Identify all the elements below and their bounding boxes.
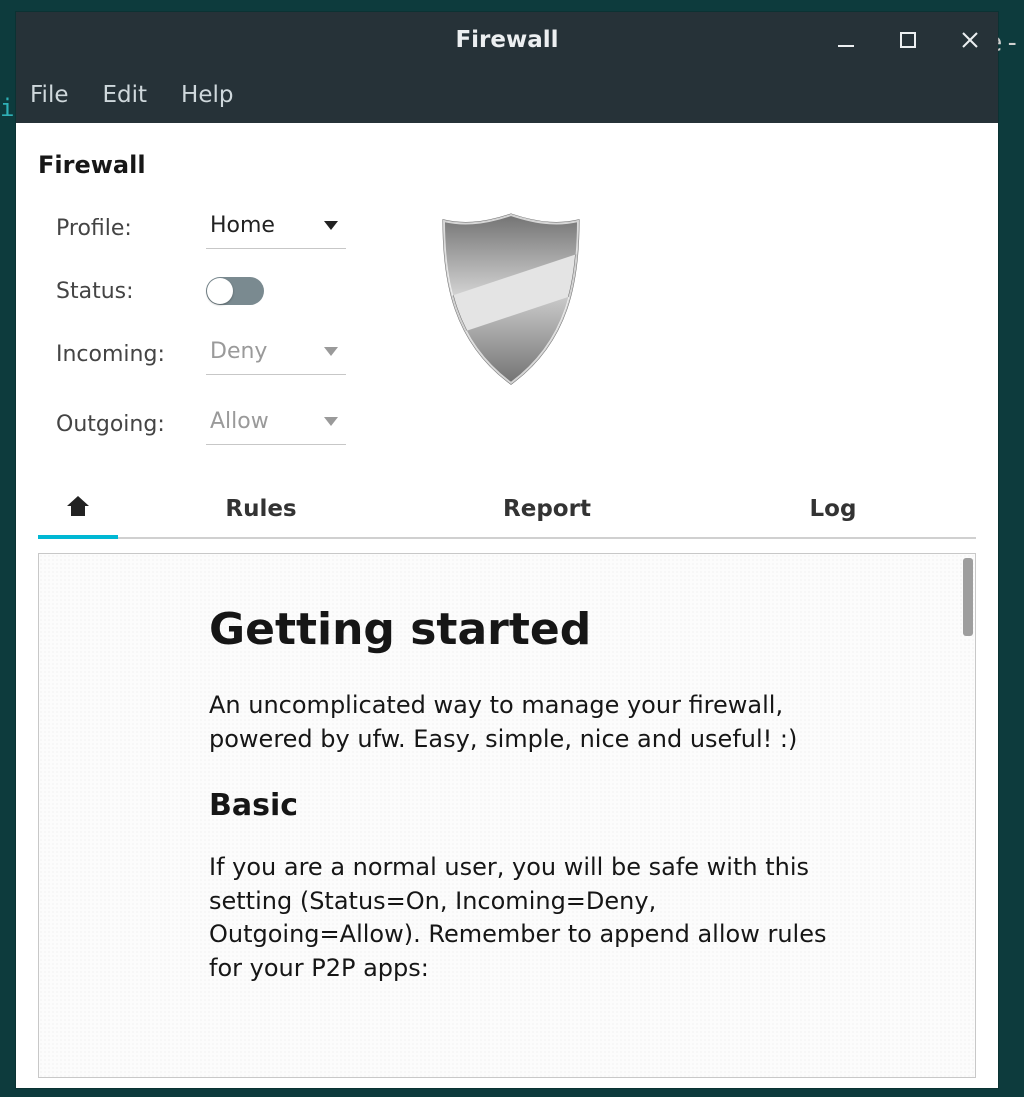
menubar: File Edit Help	[16, 67, 998, 123]
doc-lead: An uncomplicated way to manage your fire…	[209, 689, 829, 756]
tab-report[interactable]: Report	[404, 481, 690, 537]
chevron-down-icon	[324, 417, 338, 426]
menu-edit[interactable]: Edit	[103, 82, 148, 108]
tab-log[interactable]: Log	[690, 481, 976, 537]
doc-heading: Getting started	[209, 604, 829, 655]
incoming-dropdown: Deny	[206, 333, 346, 375]
status-label: Status:	[56, 279, 206, 304]
tab-rules[interactable]: Rules	[118, 481, 404, 537]
incoming-value: Deny	[210, 339, 267, 364]
chevron-down-icon	[324, 347, 338, 356]
outgoing-label: Outgoing:	[56, 412, 206, 437]
profile-dropdown[interactable]: Home	[206, 207, 346, 249]
incoming-label: Incoming:	[56, 342, 206, 367]
settings-row: Profile: Home Status: Incoming: Deny	[38, 207, 976, 445]
profile-label: Profile:	[56, 216, 206, 241]
shield-image	[436, 207, 586, 393]
menu-file[interactable]: File	[30, 82, 69, 108]
chevron-down-icon	[324, 221, 338, 230]
close-icon	[960, 30, 980, 50]
content-panel: Getting started An uncomplicated way to …	[38, 553, 976, 1078]
outgoing-dropdown: Allow	[206, 403, 346, 445]
settings-grid: Profile: Home Status: Incoming: Deny	[56, 207, 366, 445]
content-area: Firewall Profile: Home Status: Incoming:	[16, 123, 998, 1088]
background-text-left: i	[0, 94, 14, 122]
home-icon	[65, 494, 91, 524]
panel-scrollbar[interactable]	[963, 558, 973, 636]
maximize-icon	[899, 31, 917, 49]
profile-value: Home	[210, 213, 275, 238]
titlebar: Firewall	[16, 12, 998, 67]
minimize-button[interactable]	[828, 22, 864, 58]
maximize-button[interactable]	[890, 22, 926, 58]
shield-icon	[436, 211, 586, 389]
doc-subheading: Basic	[209, 788, 829, 823]
page-title: Firewall	[38, 151, 976, 179]
firewall-window: Firewall File Edit Help Firewall	[16, 12, 998, 1088]
doc-body: If you are a normal user, you will be sa…	[209, 851, 829, 985]
status-toggle[interactable]	[206, 277, 264, 305]
toggle-knob	[207, 278, 233, 304]
outgoing-value: Allow	[210, 409, 269, 434]
tab-home[interactable]	[38, 481, 118, 537]
tab-bar: Rules Report Log	[38, 481, 976, 539]
getting-started-doc: Getting started An uncomplicated way to …	[209, 604, 829, 986]
minimize-icon	[836, 30, 856, 50]
window-title: Firewall	[455, 27, 558, 53]
close-button[interactable]	[952, 22, 988, 58]
menu-help[interactable]: Help	[181, 82, 233, 108]
window-controls	[828, 12, 988, 67]
